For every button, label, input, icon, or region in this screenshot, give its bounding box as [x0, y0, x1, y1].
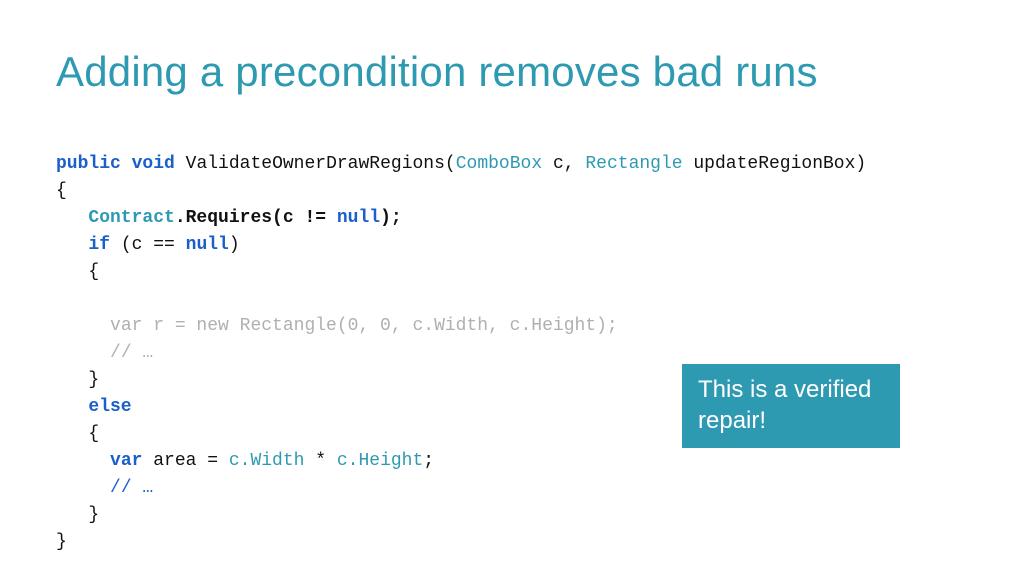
kw-null-1: null: [337, 208, 380, 228]
requires-call: .Requires(c !=: [175, 208, 337, 228]
brace-close-3: }: [88, 505, 99, 525]
dim-line-2: // …: [110, 343, 153, 363]
brace-close-1: }: [56, 532, 67, 552]
brace-open-1: {: [56, 181, 67, 201]
if-cond-open: (c ==: [110, 235, 186, 255]
area-eq: area =: [142, 451, 228, 471]
requires-close: );: [380, 208, 402, 228]
if-cond-close: ): [229, 235, 240, 255]
slide-title: Adding a precondition removes bad runs: [56, 48, 968, 96]
contract: Contract: [88, 208, 174, 228]
type-combobox: ComboBox: [456, 154, 542, 174]
method-name: ValidateOwnerDrawRegions: [186, 154, 445, 174]
brace-open-2: {: [88, 262, 99, 282]
callout-box: This is a verified repair!: [682, 364, 900, 448]
brace-close-2: }: [88, 370, 99, 390]
kw-void: void: [132, 154, 175, 174]
times: *: [304, 451, 336, 471]
code-block: public void ValidateOwnerDrawRegions(Com…: [56, 124, 968, 556]
type-rectangle: Rectangle: [585, 154, 682, 174]
slide: Adding a precondition removes bad runs p…: [0, 0, 1024, 576]
kw-var: var: [110, 451, 142, 471]
param-update: updateRegionBox): [683, 154, 867, 174]
dim-line-1: var r = new Rectangle(0, 0, c.Width, c.H…: [110, 316, 618, 336]
c-width: c.Width: [229, 451, 305, 471]
kw-null-2: null: [186, 235, 229, 255]
brace-open-3: {: [88, 424, 99, 444]
kw-public: public: [56, 154, 121, 174]
paren-open: (: [445, 154, 456, 174]
kw-if: if: [88, 235, 110, 255]
param-c: c,: [542, 154, 585, 174]
semi: ;: [423, 451, 434, 471]
c-height: c.Height: [337, 451, 423, 471]
comment: // …: [110, 478, 153, 498]
kw-else: else: [88, 397, 131, 417]
